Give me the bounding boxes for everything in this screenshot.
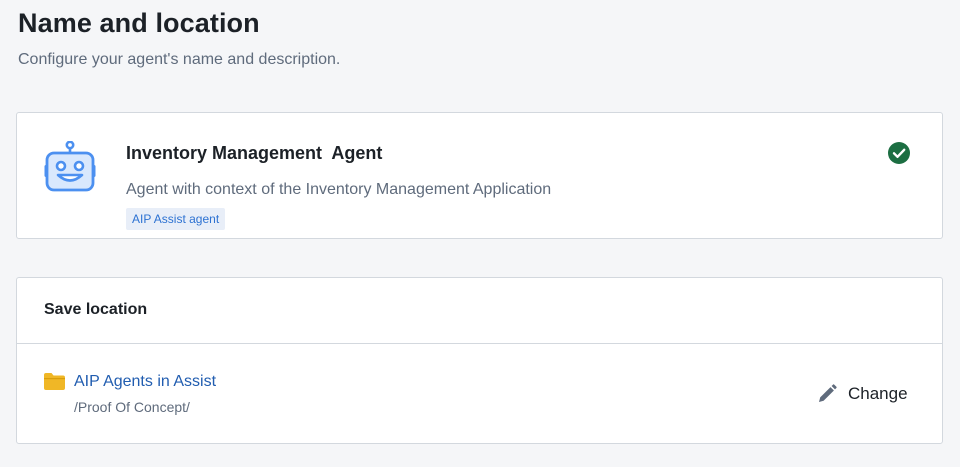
change-location-button[interactable]: Change (817, 381, 908, 407)
agent-type-tag: AIP Assist agent (126, 208, 226, 230)
page: Name and location Configure your agent's… (0, 0, 960, 467)
agent-card: Inventory Management Agent Agent with co… (16, 112, 943, 239)
page-subtitle: Configure your agent's name and descript… (18, 51, 341, 68)
save-location-card: Save location AIP Agents in Assist /Proo… (16, 277, 943, 444)
check-circle-icon (888, 142, 910, 164)
folder-link[interactable]: AIP Agents in Assist (74, 373, 216, 391)
agent-name: Inventory Management Agent (126, 143, 383, 163)
page-title: Name and location (18, 8, 260, 38)
save-location-title: Save location (44, 301, 148, 318)
agent-description: Agent with context of the Inventory Mana… (126, 181, 552, 198)
robot-icon (44, 141, 96, 192)
folder-path: /Proof Of Concept/ (74, 399, 190, 415)
change-button-label: Change (848, 384, 908, 403)
folder-icon (44, 373, 65, 390)
save-location-header: Save location (17, 278, 942, 344)
pencil-icon (819, 384, 837, 402)
